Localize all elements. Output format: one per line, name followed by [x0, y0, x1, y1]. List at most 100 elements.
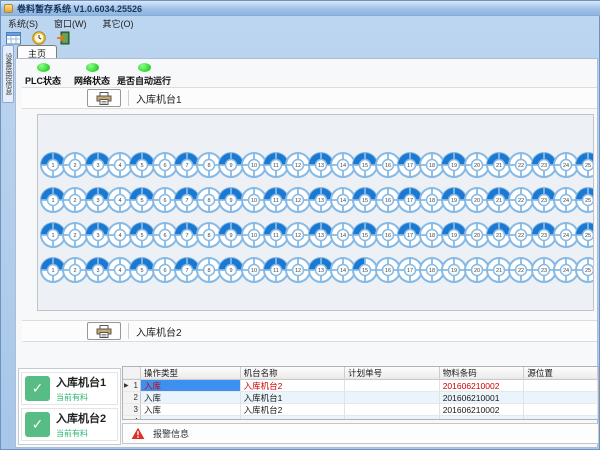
svg-text:9: 9 — [230, 163, 233, 169]
svg-text:21: 21 — [496, 163, 502, 169]
table-cell[interactable]: 201606210002 — [440, 404, 525, 416]
table-cell[interactable]: 入库 — [141, 404, 241, 416]
svg-text:20: 20 — [474, 198, 480, 204]
table-row[interactable]: 2入库入库机台1201606210001 — [123, 392, 598, 404]
table-cell[interactable] — [524, 416, 598, 420]
slot-circle-r4-25: 25 — [574, 256, 594, 284]
side-dock-tab[interactable]: 设备监控信息 — [2, 45, 14, 103]
printer-icon — [96, 92, 112, 105]
exit-icon[interactable] — [55, 31, 72, 45]
header-separator — [128, 323, 129, 339]
svg-text:5: 5 — [141, 198, 144, 204]
svg-text:1: 1 — [51, 233, 54, 239]
svg-text:22: 22 — [518, 233, 524, 239]
table-cell[interactable] — [345, 380, 440, 392]
operations-table[interactable]: 操作类型机台名称计划单号物料条码源位置▶1入库入库机台2201606210002… — [122, 366, 599, 420]
svg-text:1: 1 — [51, 198, 54, 204]
status-light-icon — [37, 63, 50, 72]
row-header: ▶1 — [123, 380, 141, 392]
menu-system[interactable]: 系统(S) — [8, 17, 38, 30]
column-header[interactable]: 操作类型 — [141, 367, 241, 379]
status-indicator: 是否自动运行 — [118, 60, 170, 87]
svg-text:10: 10 — [251, 198, 257, 204]
alarm-label: 报警信息 — [153, 427, 189, 440]
svg-text:11: 11 — [273, 198, 279, 204]
table-cell[interactable]: 入库机台2 — [241, 404, 346, 416]
table-cell[interactable]: 入库 — [141, 380, 241, 392]
svg-text:7: 7 — [185, 233, 188, 239]
svg-text:10: 10 — [251, 163, 257, 169]
table-row[interactable]: ▶1入库入库机台2 201606210002 — [123, 380, 598, 392]
machine1-slot-grid: 1234567891011121314151617181920212223242… — [37, 114, 594, 311]
row-number: 3 — [134, 404, 138, 416]
machine-card-status: 当前有料 — [56, 392, 106, 403]
svg-text:15: 15 — [362, 233, 368, 239]
svg-text:22: 22 — [518, 268, 524, 274]
svg-text:6: 6 — [163, 163, 166, 169]
status-row: PLC状态网络状态是否自动运行 — [20, 60, 170, 87]
menu-other[interactable]: 其它(O) — [103, 17, 134, 30]
svg-text:21: 21 — [496, 233, 502, 239]
table-cell[interactable] — [345, 404, 440, 416]
svg-text:20: 20 — [474, 268, 480, 274]
column-header[interactable]: 物料条码 — [440, 367, 525, 379]
svg-text:24: 24 — [563, 233, 569, 239]
machine-card-title: 入库机台1 — [56, 374, 106, 390]
machine-status-cards: ✓入库机台1当前有料✓入库机台2当前有料 — [18, 368, 121, 445]
svg-text:8: 8 — [208, 163, 211, 169]
print-button-machine2[interactable] — [87, 322, 121, 340]
svg-text:16: 16 — [384, 268, 390, 274]
svg-text:11: 11 — [273, 268, 279, 274]
table-cell[interactable] — [141, 416, 241, 420]
machine-card: ✓入库机台1当前有料 — [21, 372, 118, 405]
table-cell[interactable] — [241, 416, 346, 420]
table-row[interactable]: 4 — [123, 416, 598, 420]
machine-card: ✓入库机台2当前有料 — [21, 408, 118, 441]
machine2-title: 入库机台2 — [136, 324, 182, 339]
table-header-row: 操作类型机台名称计划单号物料条码源位置 — [123, 367, 598, 380]
table-cell[interactable] — [524, 392, 598, 404]
status-label: PLC状态 — [25, 74, 61, 87]
column-header[interactable]: 机台名称 — [241, 367, 346, 379]
svg-text:21: 21 — [496, 268, 502, 274]
svg-text:10: 10 — [251, 233, 257, 239]
svg-text:5: 5 — [141, 163, 144, 169]
header-separator — [128, 90, 129, 106]
row-header: 3 — [123, 404, 141, 416]
svg-text:25: 25 — [585, 163, 591, 169]
table-cell[interactable]: 入库机台2 — [241, 380, 346, 392]
print-button-machine1[interactable] — [87, 89, 121, 107]
table-cell[interactable] — [440, 416, 525, 420]
column-header[interactable]: 源位置 — [524, 367, 598, 379]
table-cell[interactable]: 201606210002 — [440, 380, 525, 392]
svg-text:17: 17 — [407, 198, 413, 204]
svg-text:8: 8 — [208, 233, 211, 239]
table-cell[interactable]: 入库机台1 — [241, 392, 346, 404]
table-cell[interactable]: 入库 — [141, 392, 241, 404]
calendar-icon[interactable] — [5, 31, 22, 45]
printer-icon — [96, 325, 112, 338]
table-cell[interactable] — [524, 380, 598, 392]
column-header[interactable]: 计划单号 — [345, 367, 440, 379]
svg-text:12: 12 — [295, 163, 301, 169]
svg-text:14: 14 — [340, 233, 346, 239]
svg-text:25: 25 — [585, 233, 591, 239]
svg-text:6: 6 — [163, 233, 166, 239]
table-cell[interactable] — [345, 416, 440, 420]
svg-text:11: 11 — [273, 233, 279, 239]
svg-text:18: 18 — [429, 233, 435, 239]
table-row[interactable]: 3入库入库机台2 201606210002 — [123, 404, 598, 416]
svg-text:2: 2 — [74, 163, 77, 169]
tab-home[interactable]: 主页 — [17, 45, 57, 58]
svg-text:14: 14 — [340, 198, 346, 204]
menu-window[interactable]: 窗口(W) — [54, 17, 87, 30]
clock-icon[interactable] — [30, 31, 47, 45]
table-cell[interactable] — [524, 404, 598, 416]
alarm-bar: 报警信息 — [122, 423, 599, 444]
toolbar — [1, 30, 600, 45]
table-cell[interactable] — [345, 392, 440, 404]
slot-circle-r2-25: 25 — [574, 186, 594, 214]
table-cell[interactable]: 201606210001 — [440, 392, 525, 404]
svg-text:18: 18 — [429, 198, 435, 204]
svg-text:2: 2 — [74, 233, 77, 239]
